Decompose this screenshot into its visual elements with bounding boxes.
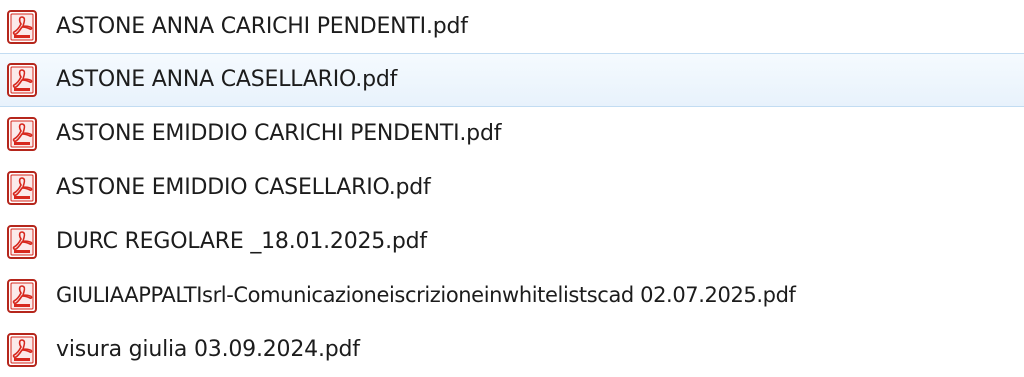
file-row[interactable]: GIULIAAPPALTIsrl-Comunicazioneiscrizione… [0,269,1024,323]
pdf-icon [7,225,37,259]
file-row[interactable]: visura giulia 03.09.2024.pdf [0,323,1024,377]
file-list: ASTONE ANNA CARICHI PENDENTI.pdf ASTONE … [0,0,1024,367]
file-name: ASTONE ANNA CARICHI PENDENTI.pdf [56,14,468,39]
file-name: DURC REGOLARE _18.01.2025.pdf [56,229,427,254]
pdf-icon [7,171,37,205]
file-row[interactable]: ASTONE ANNA CASELLARIO.pdf [0,53,1024,107]
pdf-icon [7,117,37,151]
file-name: ASTONE EMIDDIO CARICHI PENDENTI.pdf [56,121,502,146]
file-row[interactable]: ASTONE EMIDDIO CARICHI PENDENTI.pdf [0,107,1024,161]
file-name: ASTONE ANNA CASELLARIO.pdf [56,67,398,92]
pdf-icon [7,63,37,97]
file-row[interactable]: ASTONE ANNA CARICHI PENDENTI.pdf [0,0,1024,54]
pdf-icon [7,333,37,367]
file-row[interactable]: ASTONE EMIDDIO CASELLARIO.pdf [0,161,1024,215]
pdf-icon [7,279,37,313]
pdf-icon [7,10,37,44]
file-name: GIULIAAPPALTIsrl-Comunicazioneiscrizione… [56,283,796,307]
file-name: ASTONE EMIDDIO CASELLARIO.pdf [56,175,431,200]
file-name: visura giulia 03.09.2024.pdf [56,337,360,362]
file-row[interactable]: DURC REGOLARE _18.01.2025.pdf [0,215,1024,269]
